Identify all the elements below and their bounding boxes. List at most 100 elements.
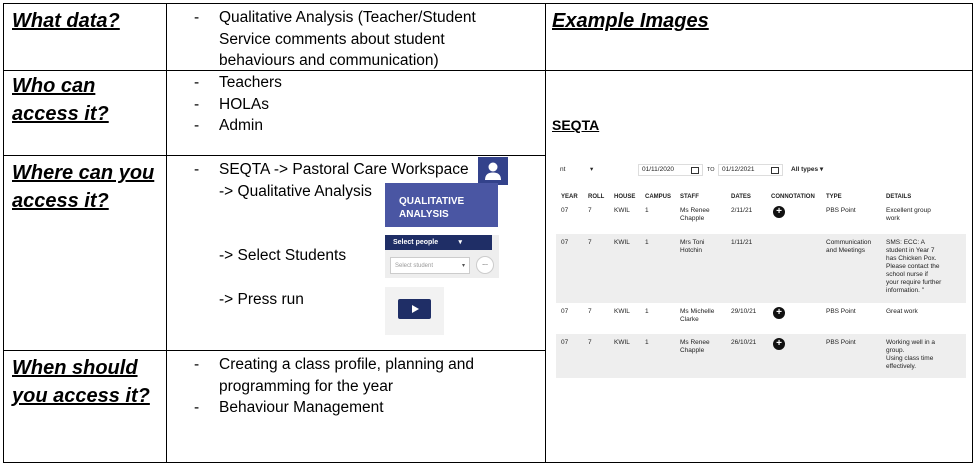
column-header: YEAR (561, 194, 578, 200)
cell-type: PBS Point (826, 339, 856, 346)
column-header: HOUSE (614, 194, 636, 200)
cell-house: KWIL (614, 207, 630, 214)
cell-date: 2/11/21 (731, 207, 753, 214)
calendar-icon (771, 167, 779, 174)
question-what-data: What data? (12, 10, 120, 32)
question-who-line2: access it? (12, 103, 109, 125)
button-label: ANALYSIS (399, 209, 449, 220)
cell-staff: Ms Michelle Clarke (680, 308, 715, 323)
positive-connotation-icon: + (773, 307, 785, 319)
to-date-input[interactable]: 01/12/2021 (718, 164, 783, 176)
positive-connotation-icon: + (773, 206, 785, 218)
answer-line: Behaviour Management (219, 399, 384, 416)
run-panel (385, 287, 444, 335)
column-header: CONNOTATION (771, 194, 815, 200)
from-date: 01/11/2020 (642, 166, 675, 173)
cell-campus: 1 (645, 339, 649, 346)
cell-details: SMS: ECC: Astudent in Year 7 has Chicken … (886, 239, 942, 294)
select-student-input[interactable]: Select student ▾ (390, 257, 470, 274)
cell-campus: 1 (645, 308, 649, 315)
cell-house: KWIL (614, 239, 630, 246)
cell-year: 07 (561, 239, 569, 246)
cell-house: KWIL (614, 308, 630, 315)
cell-details: Excellent group work (886, 207, 931, 222)
step-qualitative-analysis: -> Qualitative Analysis (219, 183, 372, 200)
column-header: ROLL (588, 194, 605, 200)
column-header: DETAILS (886, 194, 912, 200)
select-people-label: Select people (393, 239, 439, 246)
types-label: All types (791, 166, 819, 173)
answer-line: Admin (219, 117, 263, 134)
column-header: TYPE (826, 194, 842, 200)
cell-roll: 7 (588, 308, 592, 315)
question-when-line1: When should (12, 357, 138, 379)
cell-date: 1/11/21 (731, 239, 753, 246)
cell-year: 07 (561, 308, 569, 315)
cell-date: 26/10/21 (731, 339, 757, 346)
cell-campus: 1 (645, 207, 649, 214)
answer-line: behaviours and communication) (219, 52, 439, 69)
cell-type: PBS Point (826, 207, 856, 214)
cell-roll: 7 (588, 207, 592, 214)
question-where-line1: Where can you (12, 162, 155, 184)
question-who-line1: Who can (12, 75, 96, 97)
cell-staff: Ms Renee Chapple (680, 207, 710, 222)
chevron-down-icon: ▾ (458, 239, 462, 246)
person-icon (485, 162, 501, 180)
cell-details: Working well in a group. Using class time e… (886, 339, 936, 370)
answer-line: Creating a class profile, planning and (219, 356, 475, 373)
cell-house: KWIL (614, 339, 630, 346)
chevron-down-icon: ▾ (461, 263, 465, 269)
divider (545, 3, 546, 463)
column-header: DATES (731, 194, 751, 200)
chevron-down-icon: ▾ (819, 166, 824, 173)
column-header: STAFF (680, 194, 699, 200)
filter-dropdown[interactable]: nt ▾ (556, 164, 623, 176)
play-icon (412, 305, 419, 313)
divider (3, 350, 546, 351)
select-people-dropdown[interactable]: Select people ▾ (385, 235, 492, 250)
calendar-icon (691, 167, 699, 174)
table-row[interactable]: 07 7 KWIL 1 Ms Renee Chapple 26/10/21 + PBS Poin… (556, 334, 966, 378)
step-select-students: -> Select Students (219, 247, 347, 264)
cell-year: 07 (561, 339, 569, 346)
question-where-line2: access it? (12, 190, 109, 212)
pastoral-care-icon[interactable] (478, 157, 508, 185)
positive-connotation-icon: + (773, 338, 785, 350)
cell-details: Great work (886, 308, 918, 315)
chevron-down-icon: ▾ (590, 166, 594, 173)
answer-line: Qualitative Analysis (Teacher/Student (219, 9, 476, 26)
seqta-label: SEQTA (552, 117, 600, 133)
answer-line: Teachers (219, 74, 282, 91)
column-header: CAMPUS (645, 194, 672, 200)
to-label: TO (707, 167, 715, 173)
from-date-input[interactable]: 01/11/2020 (638, 164, 703, 176)
question-when-line2: you access it? (12, 385, 150, 407)
cell-roll: 7 (588, 339, 592, 346)
more-options-button[interactable]: ... (476, 256, 494, 274)
seqta-screenshot: nt ▾ 01/11/2020 TO 01/12/2021 All types … (556, 158, 966, 378)
answer-line: Service comments about student (219, 30, 445, 48)
run-button[interactable] (398, 299, 431, 319)
divider (166, 3, 167, 463)
table-row[interactable]: 07 7 KWIL 1 Ms Renee Chapple 2/11/21 + PBS Point… (556, 202, 966, 234)
select-students-panel: Select people ▾ Select student ▾ ... (385, 235, 499, 278)
table-row[interactable]: 07 7 KWIL 1 Mrs Toni Hotchin 1/11/21 Communicat… (556, 234, 966, 303)
to-date: 01/12/2021 (722, 166, 755, 173)
divider (3, 155, 546, 156)
table-row[interactable]: 07 7 KWIL 1 Ms Michelle Clarke 29/10/21 + PBS Po… (556, 303, 966, 334)
cell-type: Communication and Meetings (826, 239, 872, 254)
cell-staff: Mrs Toni Hotchin (680, 239, 705, 254)
cell-roll: 7 (588, 239, 592, 246)
examples-heading: Example Images (552, 10, 709, 32)
qualitative-analysis-button[interactable]: QUALITATIVE ANALYSIS (385, 183, 498, 227)
cell-staff: Ms Renee Chapple (680, 339, 710, 354)
cell-date: 29/10/21 (731, 308, 757, 315)
types-dropdown[interactable]: All types ▾ (791, 166, 823, 174)
step-press-run: -> Press run (219, 291, 304, 308)
cell-campus: 1 (645, 239, 649, 246)
select-student-placeholder: Select student (395, 263, 434, 269)
answer-line: programming for the year (219, 377, 394, 395)
answer-line: HOLAs (219, 95, 269, 113)
divider (3, 70, 973, 71)
